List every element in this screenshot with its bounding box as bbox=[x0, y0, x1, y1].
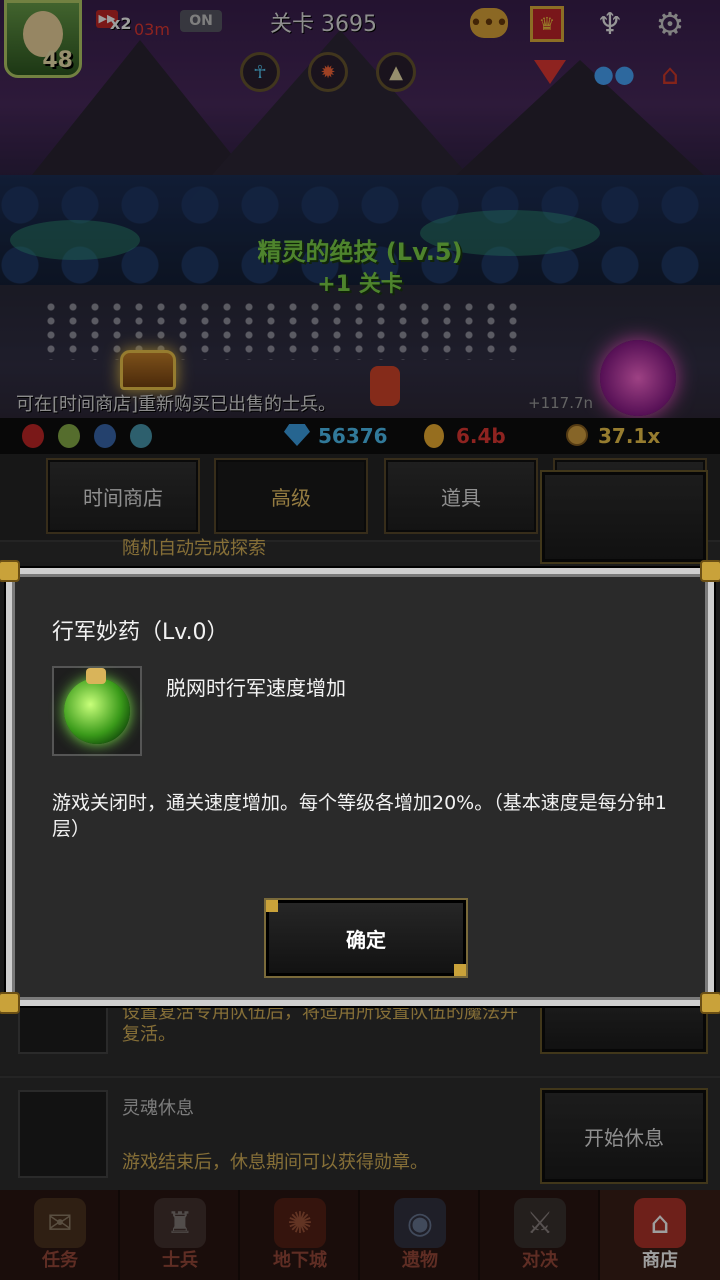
frame-corner bbox=[700, 560, 720, 582]
frame-corner bbox=[700, 992, 720, 1014]
item-thumbnail bbox=[52, 666, 142, 756]
frame-corner bbox=[0, 992, 20, 1014]
button-corner bbox=[266, 900, 278, 912]
dialog-summary: 脱网时行军速度增加 bbox=[166, 676, 346, 700]
confirm-label: 确定 bbox=[346, 927, 386, 952]
dialog-description: 游戏关闭时，通关速度增加。每个等级各增加20%。（基本速度是每分钟1层） bbox=[52, 792, 667, 840]
potion-icon bbox=[64, 668, 130, 744]
dialog-title: 行军妙药（Lv.0） bbox=[52, 620, 229, 645]
frame-corner bbox=[0, 560, 20, 582]
item-info-dialog: 行军妙药（Lv.0） 脱网时行军速度增加 游戏关闭时，通关速度增加。每个等级各增… bbox=[0, 560, 720, 1014]
confirm-button[interactable]: 确定 bbox=[264, 898, 468, 978]
button-corner bbox=[454, 964, 466, 976]
